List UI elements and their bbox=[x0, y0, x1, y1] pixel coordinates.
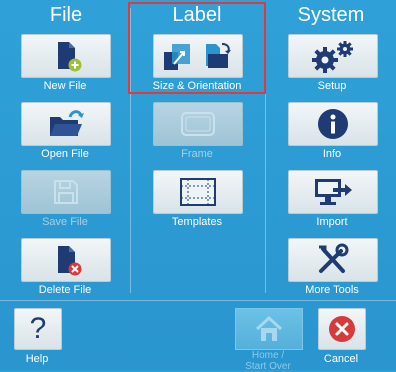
new-file-button[interactable]: New File bbox=[4, 32, 126, 96]
main-menu-screen: File Label System New File Open File Sav… bbox=[0, 0, 396, 372]
label-column-title: Label bbox=[172, 4, 222, 26]
size-orientation-label: Size & Orientation bbox=[152, 80, 242, 92]
open-file-button[interactable]: Open File bbox=[4, 100, 126, 164]
import-button[interactable]: Import bbox=[271, 168, 393, 232]
setup-button[interactable]: Setup bbox=[271, 32, 393, 96]
templates-button[interactable]: Templates bbox=[136, 168, 258, 232]
column-divider bbox=[130, 8, 131, 293]
info-plate bbox=[288, 102, 378, 146]
size-orientation-button[interactable]: Size & Orientation bbox=[136, 32, 258, 96]
gear-icon bbox=[312, 41, 353, 73]
delete-file-button[interactable]: Delete File bbox=[4, 236, 126, 300]
open-file-icon bbox=[50, 110, 84, 136]
more-tools-button[interactable]: More Tools bbox=[271, 236, 393, 300]
help-label: Help bbox=[25, 353, 49, 365]
help-button[interactable]: ? Help bbox=[14, 308, 62, 368]
frame-label: Frame bbox=[181, 148, 213, 160]
delete-file-plate bbox=[21, 238, 111, 282]
info-icon bbox=[318, 109, 348, 139]
info-label: Info bbox=[322, 148, 342, 160]
column-divider bbox=[265, 8, 266, 293]
templates-plate bbox=[153, 170, 243, 214]
home-icon bbox=[255, 315, 283, 341]
import-icon bbox=[315, 179, 352, 205]
save-file-plate bbox=[21, 170, 111, 214]
setup-label: Setup bbox=[317, 80, 347, 92]
system-column-title: System bbox=[297, 4, 365, 26]
setup-plate bbox=[288, 34, 378, 78]
save-file-icon bbox=[54, 180, 78, 204]
size-orientation-plate bbox=[153, 34, 243, 78]
size-orientation-icon bbox=[164, 43, 231, 70]
import-label: Import bbox=[316, 216, 348, 228]
frame-button: Frame bbox=[136, 100, 258, 164]
home-label-line1: Home / bbox=[251, 350, 285, 361]
tools-icon bbox=[319, 243, 349, 273]
home-label-line2: Start Over bbox=[245, 361, 291, 372]
open-file-plate bbox=[21, 102, 111, 146]
home-plate bbox=[235, 308, 303, 350]
info-button[interactable]: Info bbox=[271, 100, 393, 164]
new-file-plate bbox=[21, 34, 111, 78]
frame-icon bbox=[181, 112, 215, 136]
cancel-button[interactable]: Cancel bbox=[318, 308, 366, 368]
open-file-label: Open File bbox=[41, 148, 89, 160]
file-column-title: File bbox=[49, 4, 83, 26]
more-tools-label: More Tools bbox=[305, 284, 359, 296]
cancel-icon bbox=[329, 316, 355, 342]
bottom-divider bbox=[0, 300, 396, 301]
more-tools-plate bbox=[288, 238, 378, 282]
save-file-button: Save File bbox=[4, 168, 126, 232]
home-label: Home / Start Over bbox=[230, 350, 306, 372]
new-file-label: New File bbox=[43, 80, 87, 92]
frame-plate bbox=[153, 102, 243, 146]
new-file-icon bbox=[58, 42, 82, 72]
templates-label: Templates bbox=[171, 216, 223, 228]
question-mark-icon: ? bbox=[29, 312, 47, 345]
delete-file-icon bbox=[58, 246, 82, 276]
templates-icon bbox=[180, 178, 216, 206]
help-plate: ? bbox=[14, 308, 62, 350]
cancel-label: Cancel bbox=[323, 353, 359, 365]
save-file-label: Save File bbox=[42, 216, 88, 228]
cancel-plate bbox=[318, 308, 366, 350]
delete-file-label: Delete File bbox=[38, 284, 92, 296]
import-plate bbox=[288, 170, 378, 214]
